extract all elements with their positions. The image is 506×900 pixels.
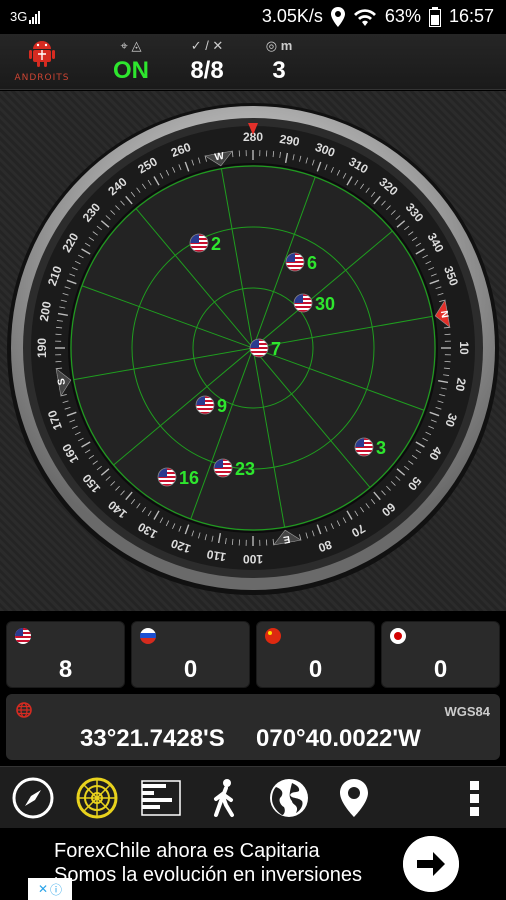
accuracy-block: ◎ m 3: [252, 36, 306, 86]
gps-card[interactable]: 8: [6, 621, 125, 688]
datum-label: WGS84: [444, 704, 490, 719]
close-icon[interactable]: ✕: [38, 882, 48, 896]
battery-icon: [428, 6, 441, 27]
ad-choices[interactable]: ✕ ⓘ: [28, 878, 72, 900]
satellite-id: 2: [211, 234, 221, 254]
satellite-id: 3: [376, 438, 386, 458]
fix-status-block: ⌖ ◬ ON: [104, 36, 158, 86]
accuracy-value: 3: [272, 57, 286, 84]
battery-percent: 63%: [384, 6, 421, 26]
fix-status: ON: [113, 57, 149, 84]
arrow-right-icon[interactable]: [403, 836, 459, 892]
ad-line-2: Somos la evolución en inversiones: [54, 864, 362, 886]
status-bar: 3G 3.05K/s 63% 16:57: [0, 0, 506, 34]
wifi-icon: [353, 8, 376, 26]
sky-view: 10 20 30 40 50 60 70 80 100 110 120 130 140 150 160 170…: [0, 91, 506, 611]
globe-icon: [16, 702, 32, 718]
android-robot-icon: [29, 41, 55, 67]
degree-label: 190: [35, 338, 49, 358]
china-flag-icon: [265, 628, 281, 644]
location-icon: [330, 6, 345, 27]
radar-icon[interactable]: [74, 775, 120, 821]
satellite-id: 30: [315, 294, 335, 314]
satellite-marker[interactable]: 16: [157, 467, 199, 488]
walk-icon[interactable]: [202, 775, 248, 821]
degree-label: 100: [243, 552, 263, 566]
compass-icon[interactable]: [10, 775, 56, 821]
satellite-marker[interactable]: 30: [293, 293, 335, 314]
longitude: 070°40.0022'W: [256, 725, 421, 752]
qzss-card[interactable]: 0: [381, 621, 500, 688]
gps-count: 8: [58, 656, 73, 683]
glonass-card[interactable]: 0: [131, 621, 250, 688]
satellite-id: 6: [307, 253, 317, 273]
gps-fix-icon: ⌖ ◬: [120, 38, 142, 53]
beidou-count: 0: [308, 656, 323, 683]
status-right: 3.05K/s 63% 16:57: [262, 6, 494, 27]
ad-line-1: ForexChile ahora es Capitaria: [54, 840, 320, 862]
bottom-toolbar: [0, 766, 506, 828]
glonass-count: 0: [183, 656, 198, 683]
ad-banner[interactable]: ForexChile ahora es Capitaria Somos la e…: [0, 828, 506, 900]
qzss-count: 0: [433, 656, 448, 683]
degree-label: 20: [453, 377, 469, 393]
russia-flag-icon: [140, 628, 156, 644]
satellites-count: 8/8: [190, 57, 224, 84]
satellite-icon: ✓ / ✕: [190, 38, 224, 53]
info-icon[interactable]: ⓘ: [50, 881, 62, 898]
satellites-block: ✓ / ✕ 8/8: [172, 36, 242, 86]
coordinates-panel[interactable]: WGS84 33°21.7428'S 070°40.0022'W: [6, 694, 500, 760]
network-speed: 3.05K/s: [261, 6, 323, 26]
signal-bars-icon[interactable]: [138, 775, 184, 821]
beidou-card[interactable]: 0: [256, 621, 375, 688]
globe-icon[interactable]: [266, 775, 312, 821]
degree-label: 10: [457, 341, 471, 355]
network-type: 3G: [10, 9, 28, 24]
more-vert-icon[interactable]: [452, 775, 498, 821]
accuracy-unit: m: [280, 38, 293, 53]
japan-flag-icon: [390, 628, 406, 644]
satellite-radar[interactable]: 1020304050607080100110120130140150160170…: [0, 91, 506, 611]
app-logo[interactable]: ANDROITS: [12, 38, 72, 88]
satellite-id: 23: [235, 459, 255, 479]
satellite-marker[interactable]: 23: [213, 458, 255, 479]
latitude: 33°21.7428'S: [80, 725, 225, 752]
brand-name: ANDROITS: [14, 73, 70, 83]
satellite-id: 16: [179, 468, 199, 488]
app-header: ANDROITS ⌖ ◬ ON ✓ / ✕ 8/8 ◎ m 3: [0, 34, 506, 90]
clock: 16:57: [448, 6, 494, 26]
signal-indicator: 3G: [10, 9, 41, 24]
location-pin-icon[interactable]: [331, 775, 377, 821]
satellite-id: 9: [217, 396, 227, 416]
signal-bars-icon: [29, 10, 41, 24]
us-flag-icon: [15, 628, 31, 644]
satellite-id: 7: [271, 339, 281, 359]
accuracy-icon: ◎: [265, 38, 278, 53]
